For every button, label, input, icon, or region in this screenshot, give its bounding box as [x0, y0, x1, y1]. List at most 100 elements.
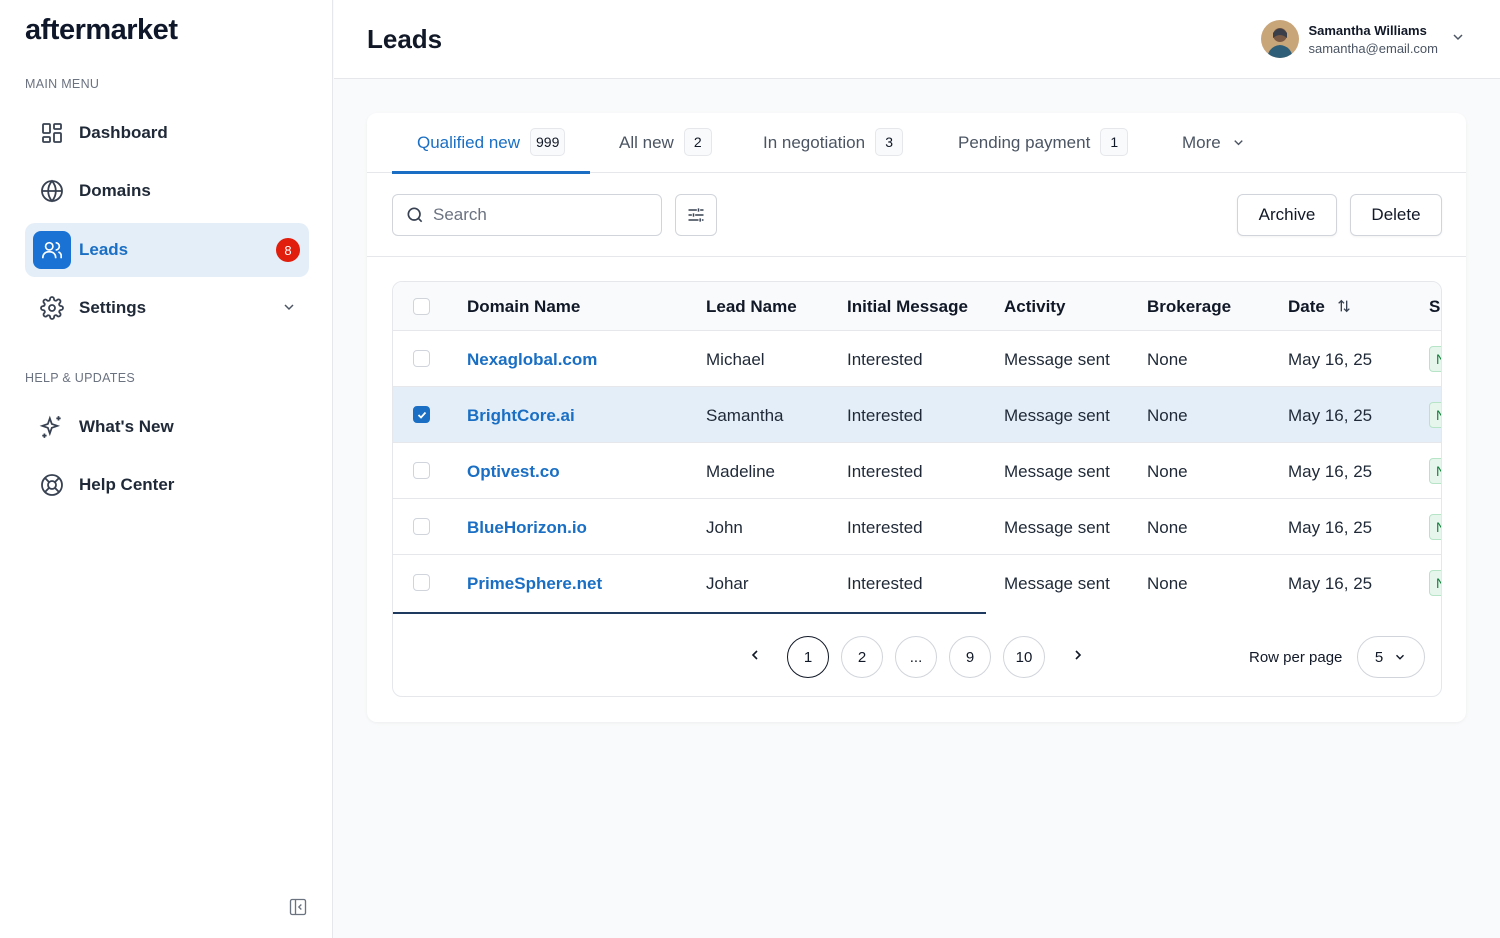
pagination: 1 2 ... 9 10 Row per page 5	[393, 614, 1441, 696]
initial-message: Interested	[847, 462, 923, 481]
filter-button[interactable]	[675, 194, 717, 236]
sidebar: aftermarket MAIN MENU Dashboard Domains …	[0, 0, 333, 938]
initial-message: Interested	[847, 518, 923, 537]
app-logo[interactable]: aftermarket	[25, 14, 178, 47]
row-checkbox[interactable]	[413, 574, 430, 591]
row-checkbox[interactable]	[413, 350, 430, 367]
user-menu[interactable]: Samantha Williams samantha@email.com	[1261, 20, 1466, 58]
tab-count: 3	[875, 128, 904, 156]
activity: Message sent	[1004, 574, 1110, 593]
dashboard-icon	[39, 120, 65, 146]
lead-name: Michael	[706, 350, 765, 369]
tab-count: 2	[683, 128, 712, 156]
table-row[interactable]: Optivest.co Madeline Interested Message …	[393, 443, 1441, 499]
delete-button[interactable]: Delete	[1350, 194, 1442, 236]
chevron-down-icon[interactable]	[1450, 29, 1466, 50]
sidebar-item-domains[interactable]: Domains	[25, 164, 309, 218]
date: May 16, 25	[1288, 518, 1373, 537]
brokerage: None	[1147, 462, 1188, 481]
table-header: Domain Name Lead Name Initial Message Ac…	[393, 282, 1441, 331]
domain-link[interactable]: Optivest.co	[467, 462, 560, 482]
page-button[interactable]: 2	[841, 636, 883, 678]
toolbar: Archive Delete	[367, 173, 1466, 257]
sidebar-item-settings[interactable]: Settings	[25, 281, 309, 335]
tab-in-negotiation[interactable]: In negotiation 3	[763, 128, 904, 173]
lead-name: John	[706, 518, 743, 537]
column-header-lead[interactable]: Lead Name	[706, 297, 797, 317]
row-checkbox[interactable]	[413, 462, 430, 479]
domain-link[interactable]: BrightCore.ai	[467, 406, 575, 426]
lifebuoy-icon	[39, 472, 65, 498]
domain-link[interactable]: Nexaglobal.com	[467, 350, 597, 370]
column-header-status[interactable]: S	[1429, 297, 1440, 317]
column-header-brokerage[interactable]: Brokerage	[1147, 297, 1231, 317]
sidebar-item-help-center[interactable]: Help Center	[25, 458, 309, 512]
page-button[interactable]: 9	[949, 636, 991, 678]
lead-name: Madeline	[706, 462, 775, 481]
row-checkbox[interactable]	[413, 406, 430, 423]
sidebar-item-whats-new[interactable]: What's New	[25, 400, 309, 454]
tab-count: 999	[530, 128, 566, 156]
page-ellipsis[interactable]: ...	[895, 636, 937, 678]
column-header-label: Date	[1288, 297, 1325, 316]
table-row[interactable]: BrightCore.ai Samantha Interested Messag…	[393, 387, 1441, 443]
select-all-checkbox[interactable]	[413, 298, 430, 315]
table-row[interactable]: BlueHorizon.io John Interested Message s…	[393, 499, 1441, 555]
activity: Message sent	[1004, 350, 1110, 369]
tab-label: Qualified new	[417, 133, 521, 152]
chevron-down-icon	[1393, 650, 1407, 664]
initial-message: Interested	[847, 350, 923, 369]
date: May 16, 25	[1288, 350, 1373, 369]
domain-link[interactable]: BlueHorizon.io	[467, 518, 587, 538]
sliders-icon	[686, 205, 706, 225]
table-row[interactable]: Nexaglobal.com Michael Interested Messag…	[393, 331, 1441, 387]
status-badge: N	[1429, 570, 1441, 596]
sidebar-item-dashboard[interactable]: Dashboard	[25, 106, 309, 160]
rows-per-page-value: 5	[1374, 648, 1384, 666]
page-button[interactable]: 1	[787, 636, 829, 678]
tab-pending-payment[interactable]: Pending payment 1	[958, 128, 1129, 173]
table-row[interactable]: PrimeSphere.net Johar Interested Message…	[393, 555, 1441, 611]
chevron-right-icon[interactable]	[1070, 647, 1086, 668]
chevron-down-icon	[1231, 135, 1246, 155]
tab-qualified-new[interactable]: Qualified new 999	[391, 128, 591, 174]
rows-per-page-select[interactable]: 5	[1357, 636, 1425, 678]
activity: Message sent	[1004, 406, 1110, 425]
column-header-date[interactable]: Date	[1288, 297, 1352, 319]
check-icon	[417, 411, 426, 419]
sidebar-item-leads[interactable]: Leads 8	[25, 223, 309, 277]
status-badge: N	[1429, 346, 1441, 372]
help-updates-label: HELP & UPDATES	[25, 371, 136, 385]
activity: Message sent	[1004, 462, 1110, 481]
brokerage: None	[1147, 518, 1188, 537]
leads-count-badge: 8	[276, 238, 300, 262]
sidebar-item-label: Dashboard	[79, 123, 168, 142]
column-header-activity[interactable]: Activity	[1004, 297, 1065, 317]
chevron-down-icon[interactable]	[281, 299, 297, 320]
user-email: samantha@email.com	[1308, 40, 1438, 56]
search-box[interactable]	[392, 194, 662, 236]
brokerage: None	[1147, 406, 1188, 425]
tab-all-new[interactable]: All new 2	[619, 128, 712, 173]
column-header-domain[interactable]: Domain Name	[467, 297, 580, 317]
domain-link[interactable]: PrimeSphere.net	[467, 574, 602, 594]
sidebar-item-label: Settings	[79, 298, 147, 317]
date: May 16, 25	[1288, 574, 1373, 593]
lead-name: Johar	[706, 574, 749, 593]
search-input[interactable]	[433, 205, 633, 225]
archive-button[interactable]: Archive	[1237, 194, 1337, 236]
brokerage: None	[1147, 350, 1188, 369]
tab-label: All new	[619, 133, 674, 152]
chevron-left-icon[interactable]	[747, 647, 763, 668]
sidebar-item-label: Leads	[79, 240, 129, 259]
row-checkbox[interactable]	[413, 518, 430, 535]
sort-icon[interactable]	[1336, 298, 1352, 319]
user-name: Samantha Williams	[1308, 22, 1427, 38]
column-header-message[interactable]: Initial Message	[847, 297, 968, 317]
page-button[interactable]: 10	[1003, 636, 1045, 678]
tab-more[interactable]: More	[1182, 128, 1246, 173]
page-title: Leads	[367, 24, 443, 54]
status-badge: N	[1429, 514, 1441, 540]
search-icon	[405, 205, 425, 225]
collapse-sidebar-icon[interactable]	[288, 897, 308, 922]
